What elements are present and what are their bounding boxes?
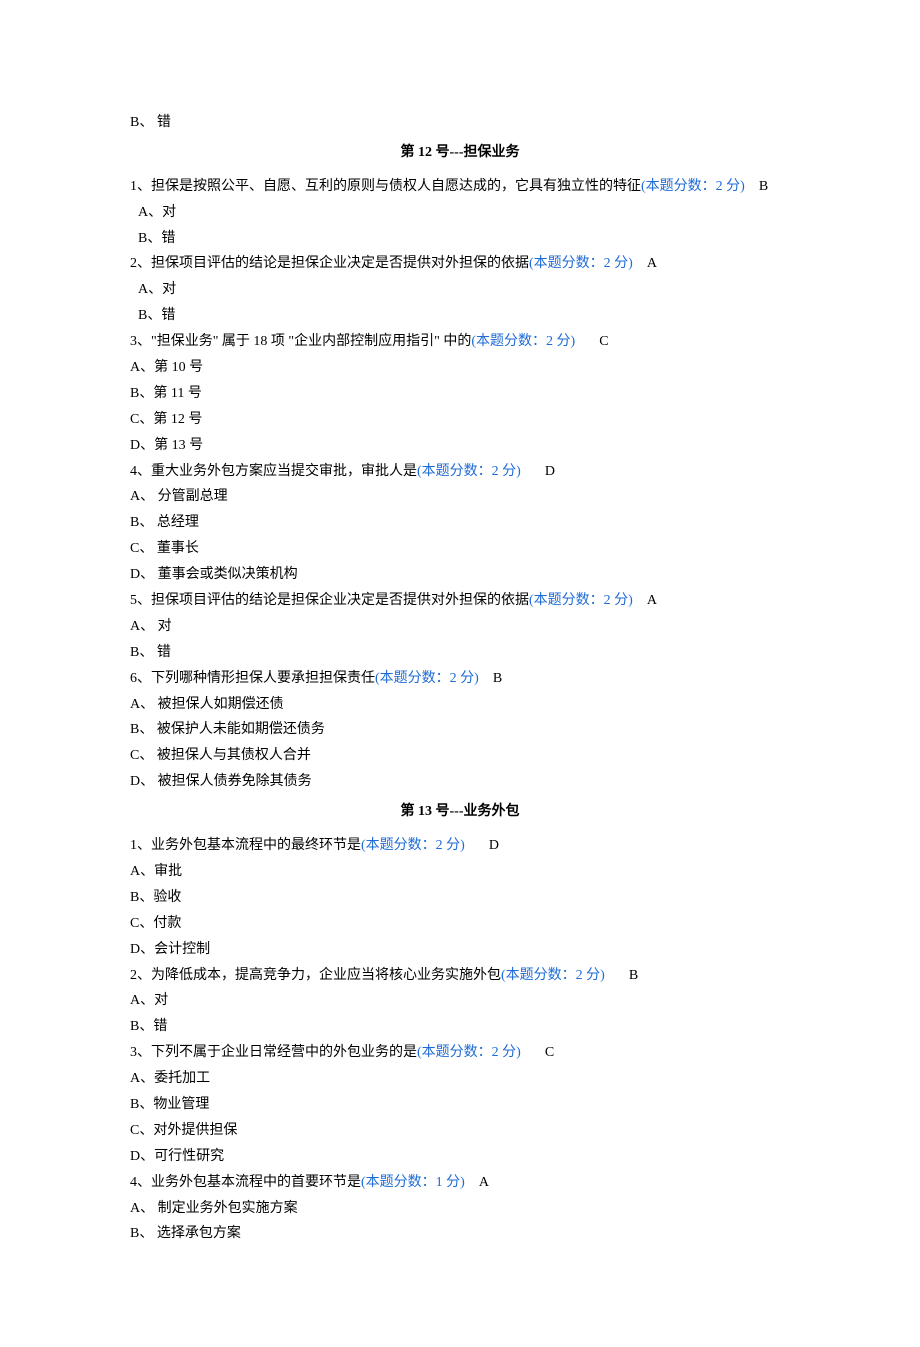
s12-q2: 2、担保项目评估的结论是担保企业决定是否提供对外担保的依据(本题分数：2 分) A: [130, 251, 790, 277]
question-score: (本题分数：2 分): [361, 838, 465, 853]
s12-q5: 5、担保项目评估的结论是担保企业决定是否提供对外担保的依据(本题分数：2 分) A: [130, 588, 790, 614]
option-b: B、错: [130, 226, 790, 252]
option-b: B、 错: [130, 640, 790, 666]
question-score: (本题分数：2 分): [641, 179, 745, 194]
question-stem: 4、重大业务外包方案应当提交审批，审批人是: [130, 464, 417, 479]
option-a: A、第 10 号: [130, 355, 790, 381]
question-stem: 3、下列不属于企业日常经营中的外包业务的是: [130, 1045, 417, 1060]
option-b: B、错: [130, 1014, 790, 1040]
option-b: B、 选择承包方案: [130, 1221, 790, 1247]
question-stem: 2、为降低成本，提高竞争力，企业应当将核心业务实施外包: [130, 968, 501, 983]
option-d: D、会计控制: [130, 937, 790, 963]
s12-q1: 1、担保是按照公平、自愿、互利的原则与债权人自愿达成的，它具有独立性的特征(本题…: [130, 174, 790, 200]
option-a: A、对: [130, 277, 790, 303]
question-stem: 4、业务外包基本流程中的首要环节是: [130, 1175, 361, 1190]
question-score: (本题分数：1 分): [361, 1175, 465, 1190]
option-b: B、物业管理: [130, 1092, 790, 1118]
s12-q3: 3、"担保业务" 属于 18 项 "企业内部控制应用指引" 中的(本题分数：2 …: [130, 329, 790, 355]
option-a: A、 被担保人如期偿还债: [130, 692, 790, 718]
option-b-wrong: B、 错: [130, 110, 790, 136]
option-b: B、验收: [130, 885, 790, 911]
question-stem: 1、业务外包基本流程中的最终环节是: [130, 838, 361, 853]
option-b: B、 被保护人未能如期偿还债务: [130, 717, 790, 743]
option-a: A、对: [130, 200, 790, 226]
s12-q6: 6、下列哪种情形担保人要承担担保责任(本题分数：2 分) B: [130, 666, 790, 692]
question-score: (本题分数：2 分): [501, 968, 605, 983]
question-score: (本题分数：2 分): [471, 334, 575, 349]
option-a: A、对: [130, 988, 790, 1014]
question-score: (本题分数：2 分): [417, 464, 521, 479]
option-d: D、 董事会或类似决策机构: [130, 562, 790, 588]
question-answer: B: [759, 174, 768, 200]
s13-q1: 1、业务外包基本流程中的最终环节是(本题分数：2 分) D: [130, 833, 790, 859]
question-stem: 2、担保项目评估的结论是担保企业决定是否提供对外担保的依据: [130, 256, 529, 271]
question-stem: 5、担保项目评估的结论是担保企业决定是否提供对外担保的依据: [130, 593, 529, 608]
option-a: A、 对: [130, 614, 790, 640]
option-b: B、错: [130, 303, 790, 329]
option-d: D、 被担保人债券免除其债务: [130, 769, 790, 795]
option-d: D、第 13 号: [130, 433, 790, 459]
question-score: (本题分数：2 分): [529, 256, 633, 271]
question-answer: D: [545, 459, 555, 485]
section-12-title: 第 12 号---担保业务: [130, 140, 790, 166]
question-answer: B: [629, 963, 638, 989]
s13-q2: 2、为降低成本，提高竞争力，企业应当将核心业务实施外包(本题分数：2 分) B: [130, 963, 790, 989]
question-answer: B: [493, 666, 502, 692]
s13-q3: 3、下列不属于企业日常经营中的外包业务的是(本题分数：2 分) C: [130, 1040, 790, 1066]
document-page: B、 错 第 12 号---担保业务 1、担保是按照公平、自愿、互利的原则与债权…: [0, 0, 920, 1347]
question-answer: C: [545, 1040, 554, 1066]
question-answer: D: [489, 833, 499, 859]
s13-q4: 4、业务外包基本流程中的首要环节是(本题分数：1 分) A: [130, 1170, 790, 1196]
question-score: (本题分数：2 分): [417, 1045, 521, 1060]
question-score: (本题分数：2 分): [529, 593, 633, 608]
option-c: C、第 12 号: [130, 407, 790, 433]
option-d: D、可行性研究: [130, 1144, 790, 1170]
section-13-title: 第 13 号---业务外包: [130, 799, 790, 825]
s12-q4: 4、重大业务外包方案应当提交审批，审批人是(本题分数：2 分) D: [130, 459, 790, 485]
question-answer: A: [647, 251, 657, 277]
option-c: C、 董事长: [130, 536, 790, 562]
question-answer: A: [479, 1170, 489, 1196]
question-answer: A: [647, 588, 657, 614]
option-a: A、 制定业务外包实施方案: [130, 1196, 790, 1222]
question-score: (本题分数：2 分): [375, 671, 479, 686]
option-c: C、 被担保人与其债权人合并: [130, 743, 790, 769]
question-stem: 3、"担保业务" 属于 18 项 "企业内部控制应用指引" 中的: [130, 334, 471, 349]
option-c: C、对外提供担保: [130, 1118, 790, 1144]
option-a: A、审批: [130, 859, 790, 885]
option-b: B、 总经理: [130, 510, 790, 536]
option-c: C、付款: [130, 911, 790, 937]
question-stem: 1、担保是按照公平、自愿、互利的原则与债权人自愿达成的，它具有独立性的特征: [130, 179, 641, 194]
question-answer: C: [599, 329, 608, 355]
question-stem: 6、下列哪种情形担保人要承担担保责任: [130, 671, 375, 686]
option-a: A、委托加工: [130, 1066, 790, 1092]
option-b: B、第 11 号: [130, 381, 790, 407]
option-a: A、 分管副总理: [130, 484, 790, 510]
